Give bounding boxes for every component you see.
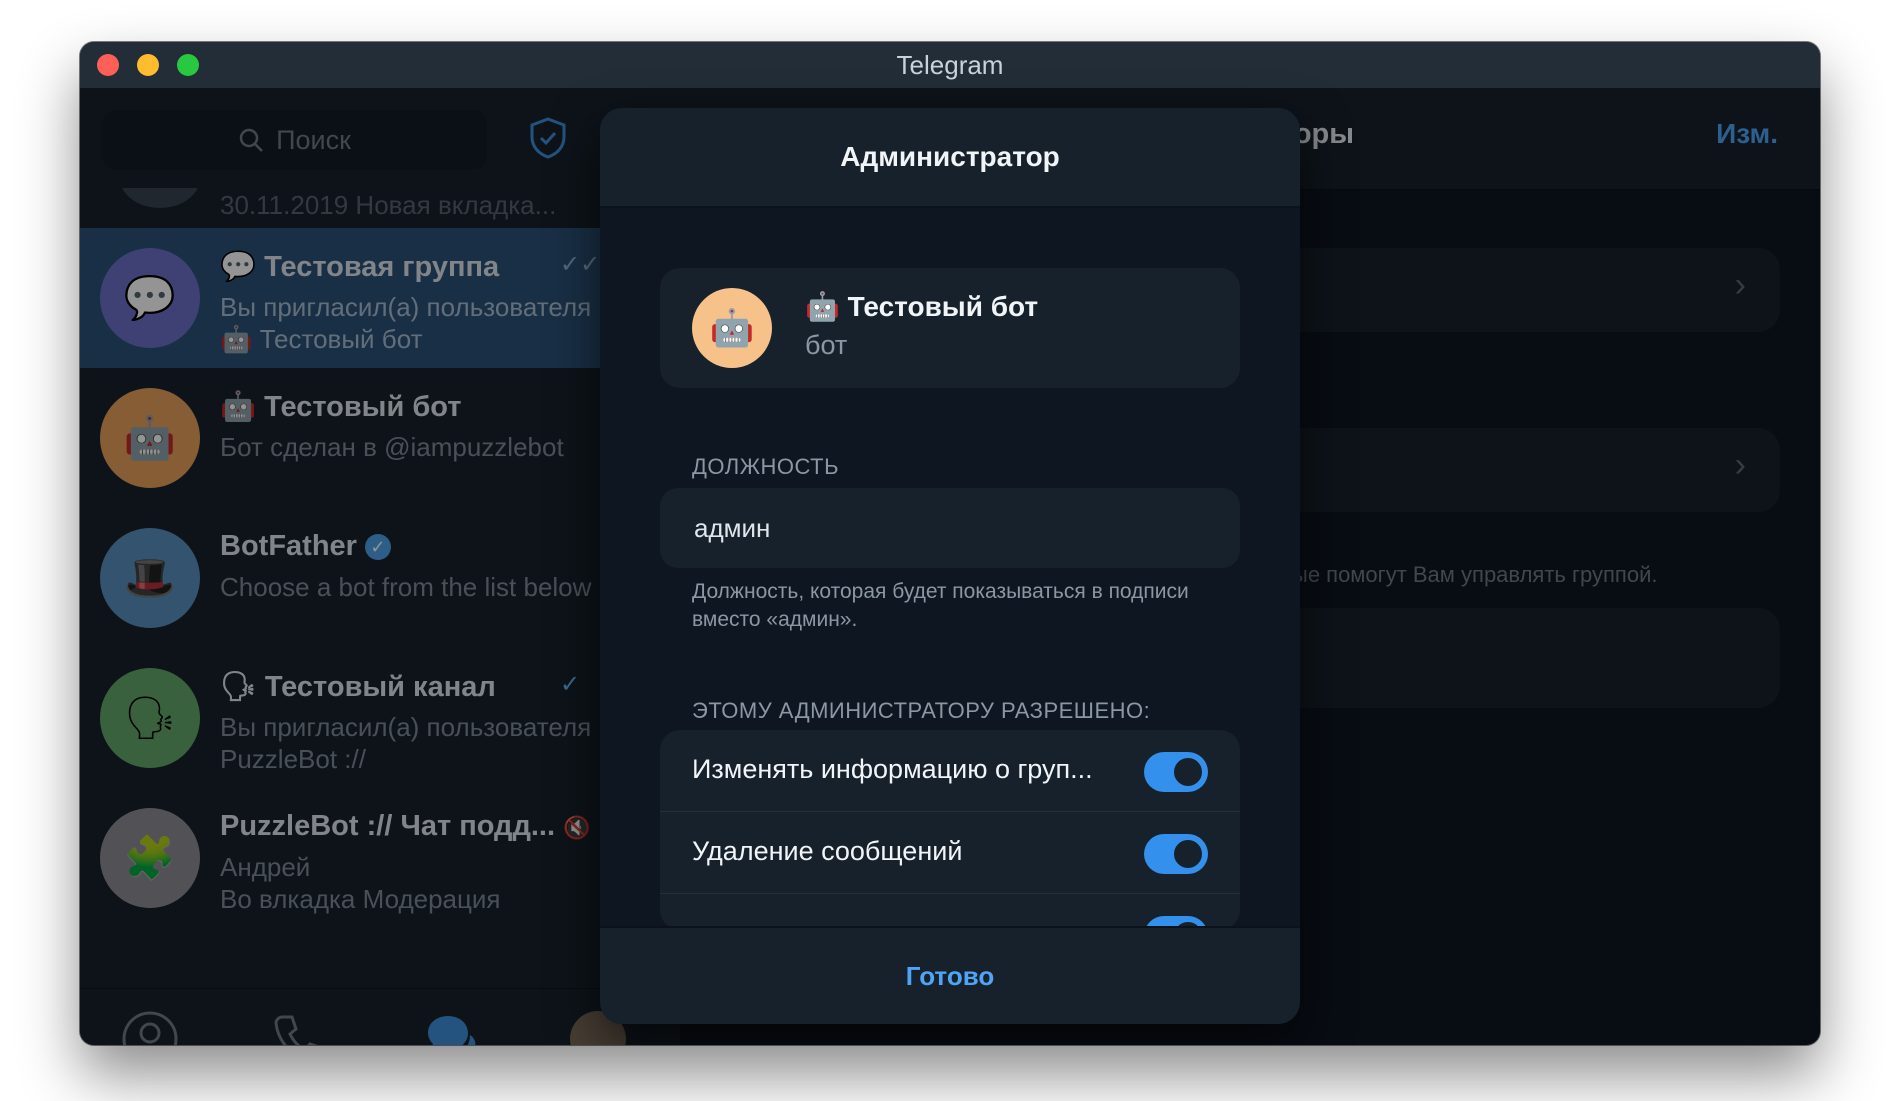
admin-user-card: 🤖 🤖 Тестовый бот бот [660, 268, 1240, 388]
toggle-knob [1171, 755, 1205, 789]
dialog-footer: Готово [600, 926, 1300, 1024]
permission-label: Удаление сообщений [692, 836, 963, 866]
done-button[interactable]: Готово [906, 961, 994, 992]
permission-label: Изменять информацию о груп... [692, 754, 1093, 784]
rank-section-label: ДОЛЖНОСТЬ [692, 454, 840, 479]
rank-input[interactable]: админ [660, 488, 1240, 568]
permission-row-partial[interactable] [660, 894, 1240, 930]
permission-toggle[interactable] [1144, 752, 1208, 792]
admin-rights-dialog: Администратор 🤖 🤖 Тестовый бот бот ДОЛЖН… [600, 108, 1300, 1024]
admin-name: 🤖 Тестовый бот [805, 291, 1039, 322]
title-bar: Telegram [80, 42, 1820, 88]
dialog-title: Администратор [840, 141, 1060, 172]
zoom-window-button[interactable] [177, 54, 199, 76]
window-title: Telegram [896, 49, 1004, 80]
dialog-header: Администратор [600, 108, 1300, 208]
telegram-window: Telegram Поиск 30.11.2019 Новая вкладка.… [80, 42, 1820, 1045]
close-window-button[interactable] [97, 54, 119, 76]
permissions-list: Изменять информацию о груп... Удаление с… [660, 730, 1240, 930]
admin-subtitle: бот [805, 330, 848, 360]
avatar: 🤖 [692, 288, 772, 368]
permission-row-change-info[interactable]: Изменять информацию о груп... [660, 730, 1240, 812]
robot-icon: 🤖 [709, 307, 755, 348]
permissions-section-label: ЭТОМУ АДМИНИСТРАТОРУ РАЗРЕШЕНО: [692, 698, 1151, 723]
robot-icon: 🤖 [805, 291, 840, 322]
rank-hint: Должность, которая будет показываться в … [692, 580, 1189, 631]
permission-toggle[interactable] [1144, 834, 1208, 874]
toggle-knob [1171, 837, 1205, 871]
minimize-window-button[interactable] [137, 54, 159, 76]
permission-row-delete-messages[interactable]: Удаление сообщений [660, 812, 1240, 894]
